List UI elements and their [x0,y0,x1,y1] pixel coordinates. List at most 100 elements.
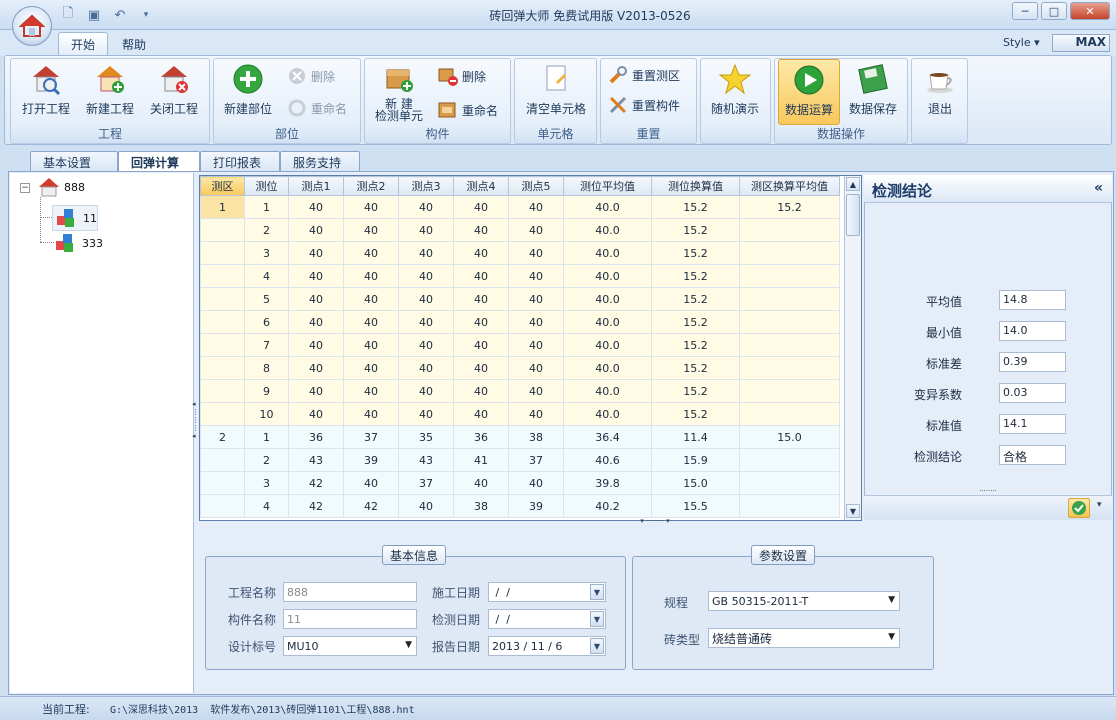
grid-row[interactable]: 4 42 42 40 38 39 40.2 15.5 [200,494,840,518]
grid-cell[interactable]: 36.4 [563,425,652,449]
grid-cell[interactable]: 40 [343,379,399,403]
grid-cell[interactable] [739,218,840,242]
tab-support[interactable]: 服务支持 [280,151,360,172]
grid-cell[interactable]: 40 [288,264,344,288]
grid-cell[interactable]: 40.0 [563,195,652,219]
grid-cell[interactable]: 40 [508,471,564,495]
grid-cell[interactable]: 42 [288,471,344,495]
grid-cell[interactable]: 40.2 [563,494,652,518]
grid-header-cell[interactable]: 测位平均值 [563,176,652,196]
grid-cell[interactable]: 40 [288,287,344,311]
grid-cell[interactable]: 40 [288,218,344,242]
grid-cell[interactable] [739,333,840,357]
tree-item-333[interactable]: 333 [54,232,103,254]
grid-cell[interactable] [200,241,245,265]
grid-cell[interactable] [739,287,840,311]
grid-cell[interactable]: 40 [508,218,564,242]
grid-row[interactable]: 1 1 40 40 40 40 40 40.0 15.2 15.2 [200,195,840,219]
construction-date-picker[interactable]: / / ▼ [488,582,606,602]
grid-cell[interactable]: 40 [288,333,344,357]
grid-cell[interactable]: 40 [508,241,564,265]
grid-row[interactable]: 2 43 39 43 41 37 40.6 15.9 [200,448,840,472]
grid-cell[interactable]: 5 [244,287,289,311]
grid-cell[interactable]: 35 [398,425,454,449]
grid-cell[interactable]: 41 [453,448,509,472]
grid-cell[interactable]: 39 [508,494,564,518]
grid-cell[interactable]: 40.0 [563,356,652,380]
grid-cell[interactable] [739,448,840,472]
grid-cell[interactable]: 15.2 [651,241,740,265]
delete-component-button[interactable]: 删除 [438,65,486,87]
save-data-button[interactable]: 数据保存 [843,62,903,122]
grid-cell[interactable] [200,264,245,288]
open-project-button[interactable]: 打开工程 [16,62,76,122]
grid-cell[interactable]: 40 [288,356,344,380]
grid-cell[interactable] [739,494,840,518]
grid-cell[interactable]: 36 [288,425,344,449]
scroll-down-icon[interactable]: ▼ [846,504,860,518]
grid-cell[interactable]: 40 [343,195,399,219]
grid-cell[interactable]: 10 [244,402,289,426]
grid-cell[interactable]: 42 [343,494,399,518]
grid-header-cell[interactable]: 测区换算平均值 [739,176,840,196]
close-button[interactable]: ✕ [1070,2,1110,20]
grid-cell[interactable] [200,402,245,426]
date-dropdown-icon[interactable]: ▼ [590,638,604,654]
grid-cell[interactable]: 15.2 [651,310,740,334]
grid-row[interactable]: 5 40 40 40 40 40 40.0 15.2 [200,287,840,311]
grid-cell[interactable]: 37 [343,425,399,449]
grid-cell[interactable]: 2 [244,448,289,472]
grid-cell[interactable]: 2 [200,425,245,449]
conclusion-field-value[interactable]: 0.03 [999,383,1066,403]
grid-cell[interactable]: 15.9 [651,448,740,472]
date-dropdown-icon[interactable]: ▼ [590,611,604,627]
grid-cell[interactable]: 40 [343,287,399,311]
grid-header-cell[interactable]: 测点5 [508,176,564,196]
scroll-thumb[interactable] [846,194,860,236]
conclusion-field-value[interactable]: 14.8 [999,290,1066,310]
brick-type-select[interactable]: 烧结普通砖 ▼ [708,628,900,648]
minimize-button[interactable]: ─ [1012,2,1038,20]
inspection-date-picker[interactable]: / / ▼ [488,609,606,629]
scroll-up-icon[interactable]: ▲ [846,177,860,191]
grid-cell[interactable]: 40 [453,379,509,403]
collapse-panel-icon[interactable]: « [1094,180,1103,196]
grid-cell[interactable]: 40 [453,471,509,495]
grid-cell[interactable]: 40 [453,264,509,288]
grid-cell[interactable]: 40 [508,287,564,311]
grid-row[interactable]: 7 40 40 40 40 40 40.0 15.2 [200,333,840,357]
grid-cell[interactable]: 40 [508,402,564,426]
grid-cell[interactable] [739,379,840,403]
grid-cell[interactable]: 40 [398,287,454,311]
grid-cell[interactable]: 40.0 [563,241,652,265]
data-grid[interactable]: 测区 测位 测点1 测点2 测点3 测点4 测点5 测位平均值 测位换算值 测区换算平均值 114… [199,175,862,521]
grid-cell[interactable]: 15.2 [651,333,740,357]
grid-cell[interactable]: 15.5 [651,494,740,518]
date-dropdown-icon[interactable]: ▼ [590,584,604,600]
grid-cell[interactable] [739,241,840,265]
grid-cell[interactable]: 40 [398,218,454,242]
grid-cell[interactable]: 40.0 [563,264,652,288]
grid-cell[interactable]: 39.8 [563,471,652,495]
grid-cell[interactable]: 40 [343,402,399,426]
grid-cell[interactable]: 42 [288,494,344,518]
grid-cell[interactable]: 40 [508,333,564,357]
grid-cell[interactable]: 40 [508,195,564,219]
grid-cell[interactable]: 40 [453,195,509,219]
grid-header-cell[interactable]: 测位换算值 [651,176,740,196]
grid-cell[interactable]: 40.0 [563,379,652,403]
grid-cell[interactable] [739,402,840,426]
grid-cell[interactable]: 40 [288,379,344,403]
grid-cell[interactable]: 40 [453,218,509,242]
grid-cell[interactable]: 40 [288,195,344,219]
grid-row[interactable]: 3 42 40 37 40 40 39.8 15.0 [200,471,840,495]
grid-cell[interactable]: 39 [343,448,399,472]
new-project-button[interactable]: 新建工程 [80,62,140,122]
grid-row[interactable]: 8 40 40 40 40 40 40.0 15.2 [200,356,840,380]
tab-rebound-calc[interactable]: 回弹计算 [118,151,200,173]
grid-row[interactable]: 3 40 40 40 40 40 40.0 15.2 [200,241,840,265]
grid-vertical-scrollbar[interactable]: ▲ ▼ [844,176,861,520]
conclusion-field-value[interactable]: 0.39 [999,352,1066,372]
compute-button[interactable]: 数据运算 [778,59,840,125]
grid-cell[interactable] [739,356,840,380]
